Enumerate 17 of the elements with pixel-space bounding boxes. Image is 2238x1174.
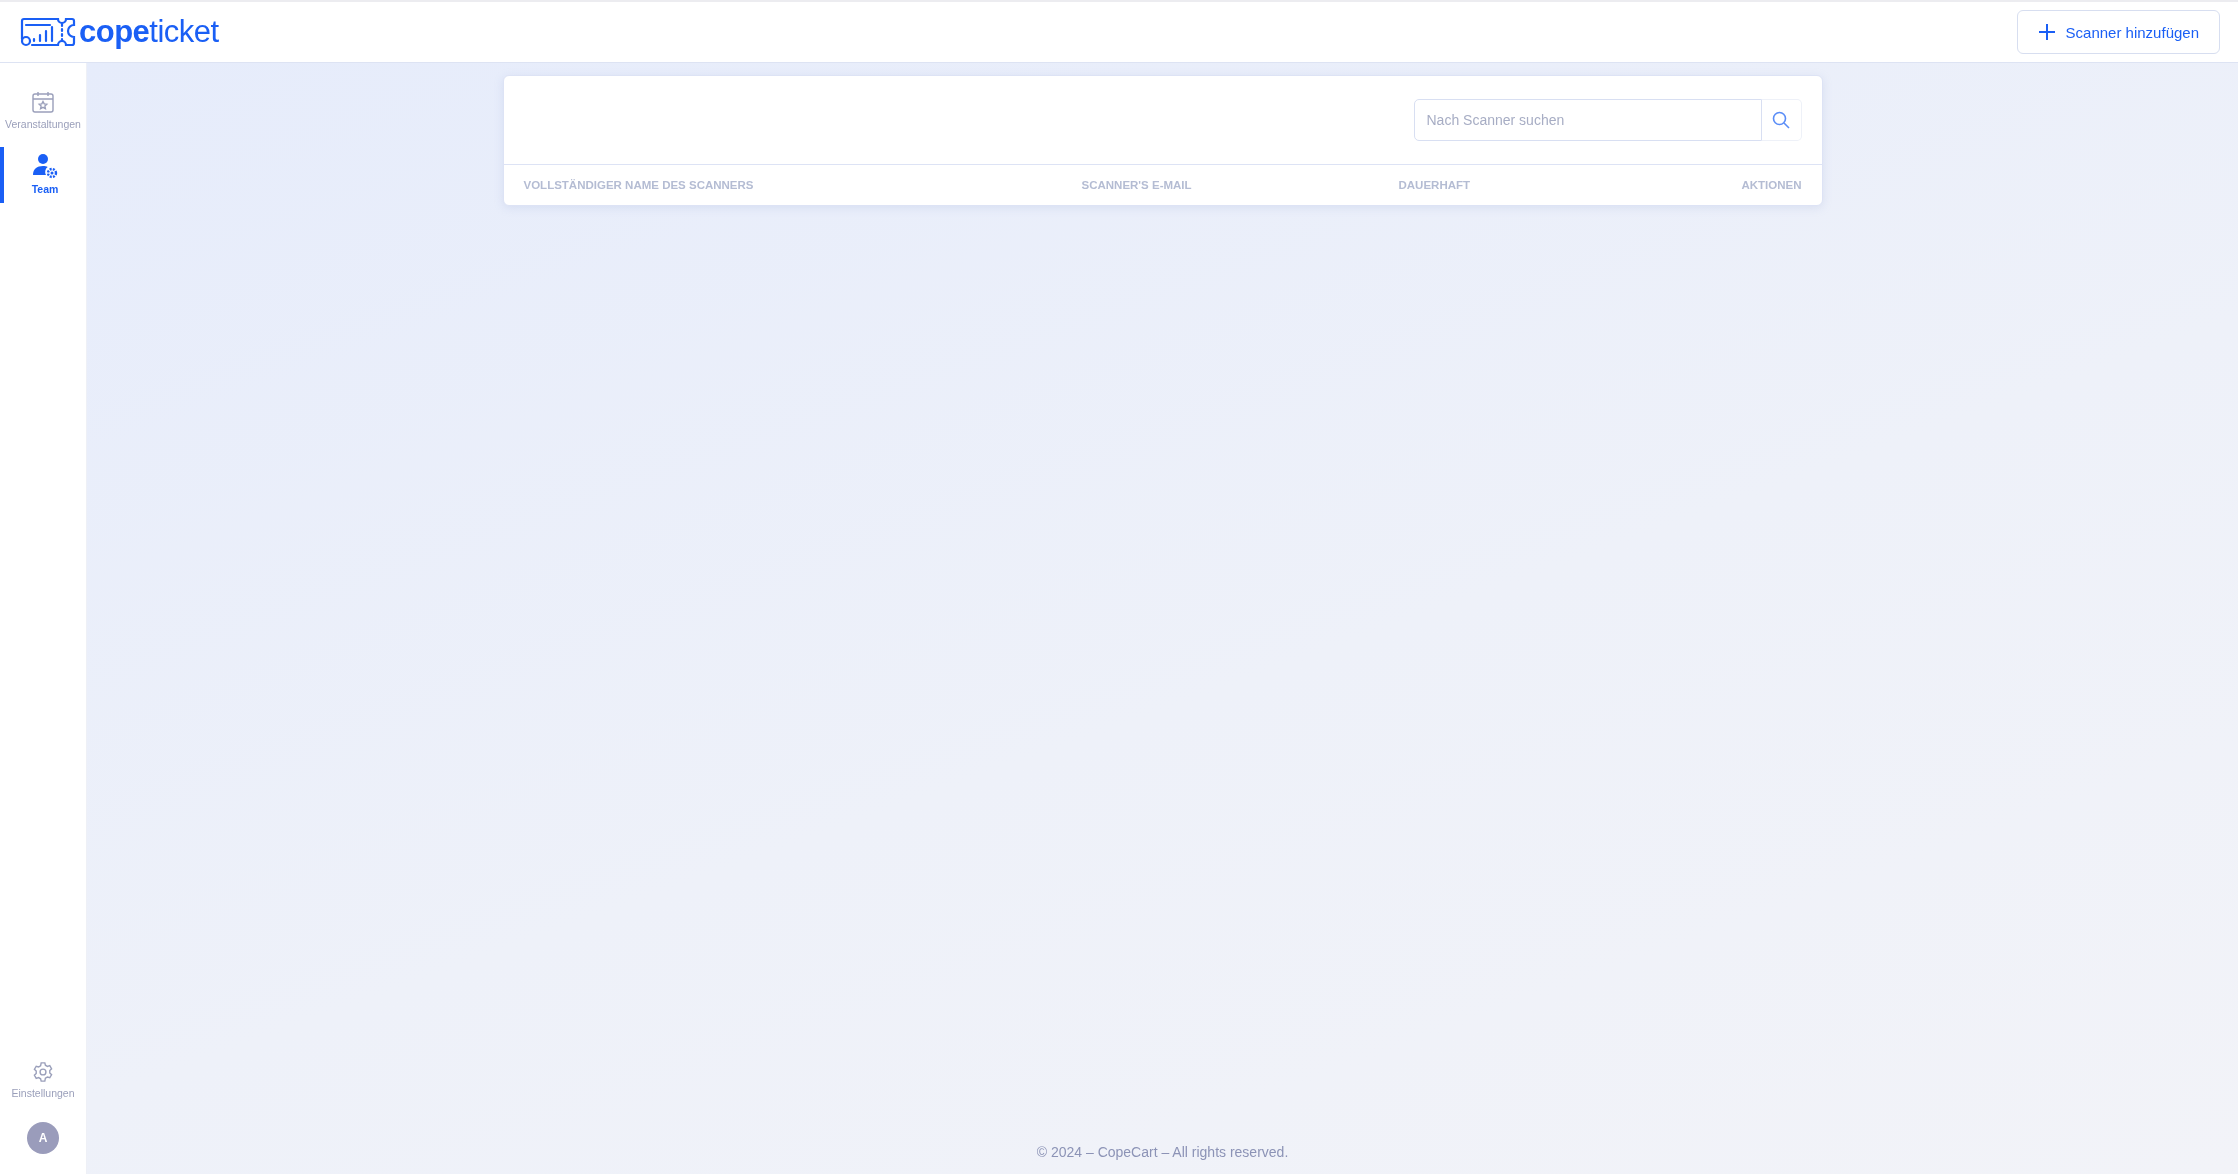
sidebar-item[interactable]: Einstellungen bbox=[11, 1058, 75, 1102]
search-icon bbox=[1772, 111, 1790, 129]
ticket-logo-icon bbox=[20, 17, 76, 47]
logo-text: copeticket bbox=[79, 14, 219, 50]
settings-icon bbox=[32, 1061, 54, 1083]
search-button[interactable] bbox=[1761, 99, 1802, 141]
sidebar-item[interactable]: Veranstaltungen bbox=[0, 87, 86, 133]
user-avatar[interactable]: A bbox=[27, 1122, 59, 1154]
copyright-text: © 2024 – CopeCart – All rights reserved. bbox=[1036, 1144, 1289, 1160]
search-field[interactable]: Nach Scanner suchen bbox=[1413, 99, 1762, 141]
column-header: DAUERHAFT bbox=[1398, 179, 1472, 191]
user-gear-icon bbox=[32, 153, 58, 179]
add-scanner-button[interactable]: Scanner hinzufügen bbox=[2016, 10, 2220, 54]
column-header: AKTIONEN bbox=[1741, 179, 1802, 191]
column-header: SCANNER'S E-MAIL bbox=[1081, 179, 1193, 191]
plus-icon bbox=[2037, 23, 2056, 41]
column-header: VOLLSTÄNDIGER NAME DES SCANNERS bbox=[523, 179, 755, 191]
